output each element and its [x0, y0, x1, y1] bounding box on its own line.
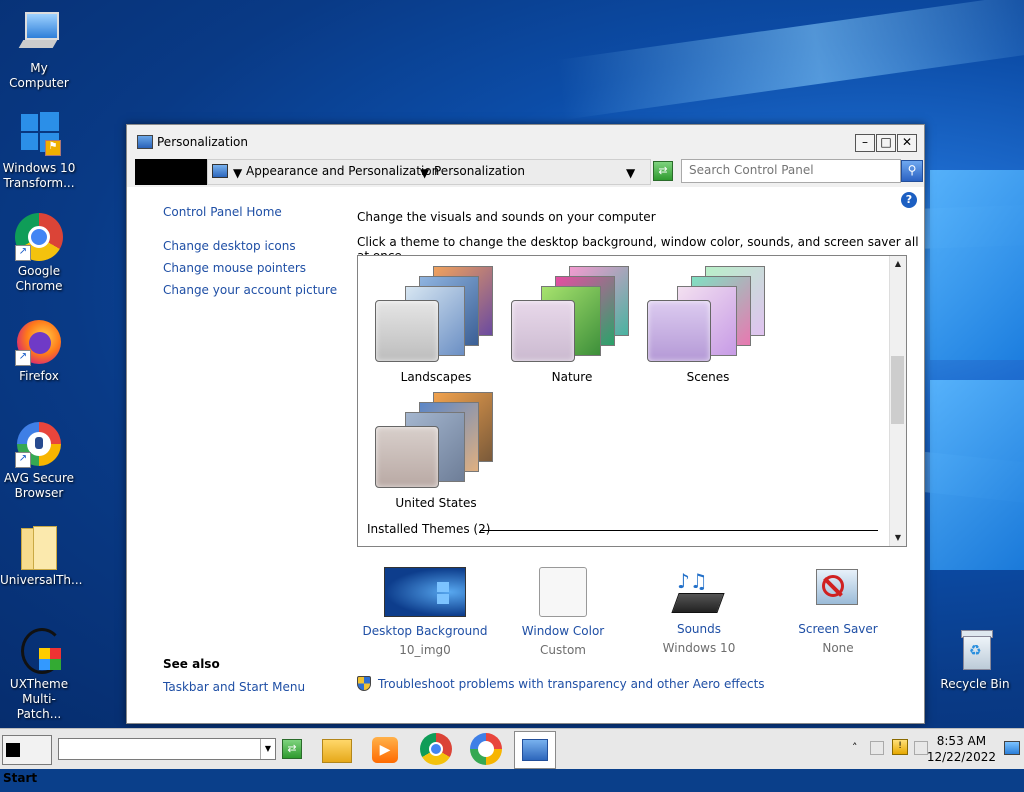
theme-landscapes[interactable]: Landscapes	[366, 266, 506, 384]
desktop-icon-recycle-bin[interactable]: ♻ Recycle Bin	[936, 626, 1014, 692]
file-explorer-icon	[322, 739, 352, 763]
desktop-icon-windows10-transform[interactable]: ⚑ Windows 10 Transform...	[0, 110, 78, 191]
theme-preview-icon	[507, 266, 637, 364]
search-input[interactable]	[682, 160, 889, 180]
scrollbar-thumb[interactable]	[891, 356, 904, 424]
tray-warning-flag-icon[interactable]: !	[892, 739, 908, 755]
desktop-icon-universal-theme-folder[interactable]: UniversalTh...	[0, 522, 82, 588]
maximize-button[interactable]: □	[876, 134, 896, 152]
screen-saver-setting[interactable]: Screen Saver None	[768, 567, 908, 655]
theme-united-states[interactable]: United States	[366, 392, 506, 510]
window-title: Personalization	[157, 135, 248, 149]
window-color-icon	[539, 567, 587, 617]
chrome-icon: ↗	[15, 213, 63, 261]
taskbar-start-menu-link[interactable]: Taskbar and Start Menu	[163, 680, 305, 694]
title-bar[interactable]: Personalization – □ ✕	[127, 125, 924, 159]
chevron-down-icon[interactable]: ▼	[260, 739, 275, 759]
scroll-down-icon[interactable]: ▼	[890, 530, 906, 546]
address-bar[interactable]: ▼ Appearance and Personalization ▼ Perso…	[207, 159, 651, 185]
notification-icon[interactable]	[1004, 741, 1020, 755]
personalization-window: Personalization – □ ✕ ▼ Appearance and P…	[126, 124, 925, 724]
desktop-background-icon	[384, 567, 466, 617]
recycle-bin-icon: ♻	[951, 626, 999, 674]
clock-time: 8:53 AM	[936, 734, 987, 748]
change-desktop-icons-link[interactable]: Change desktop icons	[163, 239, 337, 253]
control-panel-home-link[interactable]: Control Panel Home	[163, 205, 337, 219]
change-mouse-pointers-link[interactable]: Change mouse pointers	[163, 261, 337, 275]
desktop-icon-my-computer[interactable]: My Computer	[0, 10, 78, 91]
computer-icon	[15, 10, 63, 58]
troubleshoot-aero-link[interactable]: Troubleshoot problems with transparency …	[378, 677, 765, 691]
avg-browser-icon: ↗	[15, 420, 63, 468]
breadcrumb-appearance[interactable]: Appearance and Personalization	[246, 164, 439, 178]
search-box	[681, 159, 901, 183]
change-account-picture-link[interactable]: Change your account picture	[163, 283, 337, 297]
uxtheme-icon	[15, 626, 63, 674]
search-icon[interactable]: ⚲	[901, 160, 923, 182]
back-forward-buttons[interactable]	[135, 159, 207, 185]
desktop-icon-google-chrome[interactable]: ↗ Google Chrome	[0, 213, 78, 294]
firefox-icon: ↗	[15, 318, 63, 366]
theme-preview-icon	[371, 392, 501, 490]
clock-date: 12/22/2022	[926, 750, 996, 764]
control-panel-icon	[212, 164, 228, 178]
installed-themes-header: Installed Themes (2)	[367, 522, 491, 536]
screen-saver-icon	[798, 567, 878, 615]
media-player-icon: ▶	[372, 737, 398, 763]
sounds-setting[interactable]: ♪♫ Sounds Windows 10	[629, 567, 769, 655]
start-button[interactable]: Start	[2, 735, 52, 785]
desktop-icon-uxtheme-multi-patcher[interactable]: UXTheme Multi-Patch...	[0, 626, 78, 722]
desktop-icon-firefox[interactable]: ↗ Firefox	[0, 318, 78, 384]
shield-icon	[357, 676, 373, 692]
taskbar-avg-browser[interactable]	[466, 731, 506, 767]
breadcrumb-chevron-icon[interactable]: ▼	[420, 166, 429, 180]
taskbar-control-panel[interactable]	[514, 731, 556, 769]
refresh-icon[interactable]: ⇄	[653, 161, 673, 181]
sounds-icon: ♪♫	[659, 567, 739, 615]
theme-nature[interactable]: Nature	[502, 266, 642, 384]
show-hidden-icons-icon[interactable]: ˄	[852, 741, 858, 754]
taskbar-chrome[interactable]	[416, 731, 456, 767]
go-icon[interactable]: ⇄	[282, 739, 302, 759]
breadcrumb-chevron-icon[interactable]: ▼	[233, 166, 242, 180]
address-row: ▼ Appearance and Personalization ▼ Perso…	[135, 159, 923, 185]
theme-list: Landscapes Nature Scenes United States I…	[357, 255, 907, 547]
scroll-up-icon[interactable]: ▲	[890, 256, 906, 272]
folder-icon	[15, 522, 63, 570]
minimize-button[interactable]: –	[855, 134, 875, 152]
desktop-background-setting[interactable]: Desktop Background 10_img0	[355, 567, 495, 657]
close-button[interactable]: ✕	[897, 134, 917, 152]
taskbar-file-explorer[interactable]	[316, 731, 356, 767]
start-icon	[6, 742, 20, 757]
taskbar: Start ▼ ⇄ ▶ ˄ ! 8:53 AM 12/22/2022	[0, 728, 1024, 785]
content-area: ? Control Panel Home Change desktop icon…	[127, 187, 924, 723]
section-divider	[480, 530, 878, 531]
address-dropdown-icon[interactable]: ▼	[626, 166, 635, 180]
clock[interactable]: 8:53 AM 12/22/2022	[927, 733, 996, 765]
control-panel-icon	[522, 739, 548, 761]
theme-list-scrollbar[interactable]: ▲ ▼	[889, 256, 906, 546]
theme-scenes[interactable]: Scenes	[638, 266, 778, 384]
sidebar: Control Panel Home Change desktop icons …	[163, 205, 337, 297]
window-color-setting[interactable]: Window Color Custom	[493, 567, 633, 657]
control-panel-icon	[137, 135, 153, 149]
see-also-label: See also	[163, 657, 220, 671]
windows-logo-icon: ⚑	[15, 110, 63, 158]
breadcrumb-personalization[interactable]: Personalization	[434, 164, 525, 178]
help-icon[interactable]: ?	[901, 192, 917, 208]
system-tray: ˄ ! 8:53 AM 12/22/2022	[846, 729, 1024, 769]
page-title: Change the visuals and sounds on your co…	[357, 210, 656, 224]
desktop-icon-avg-secure-browser[interactable]: ↗ AVG Secure Browser	[0, 420, 78, 501]
tray-network-icon[interactable]	[870, 741, 884, 755]
taskbar-media-player[interactable]: ▶	[364, 731, 404, 767]
theme-preview-icon	[371, 266, 501, 364]
taskbar-address-combo[interactable]: ▼	[58, 738, 276, 760]
theme-preview-icon	[643, 266, 773, 364]
